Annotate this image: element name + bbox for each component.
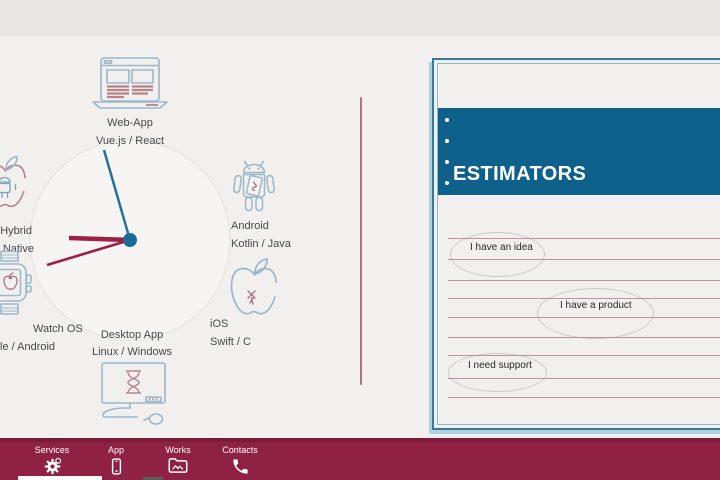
active-tab-indicator <box>18 476 102 480</box>
option-support-label: I need support <box>468 360 532 371</box>
folder-icon <box>168 457 188 479</box>
clock-hour-hand <box>68 235 131 243</box>
nav-contacts-label: Contacts <box>222 445 258 455</box>
platform-android-subtitle: Kotlin / Java <box>231 238 291 250</box>
bullet-icon <box>445 139 449 143</box>
estimators-title: ESTIMATORS <box>453 163 587 185</box>
smartwatch-icon <box>0 250 32 315</box>
apple-hybrid-icon <box>0 155 34 208</box>
nav-item-contacts[interactable]: Contacts <box>212 445 268 480</box>
nav-item-app[interactable]: App <box>88 445 144 480</box>
ruled-line <box>448 397 720 398</box>
platform-ios-title: iOS <box>210 318 229 330</box>
platform-android-title: Android <box>231 220 269 232</box>
platform-desktop-subtitle: Linux / Windows <box>91 346 173 358</box>
option-idea[interactable] <box>450 232 545 277</box>
platform-android[interactable] <box>226 160 282 225</box>
estimators-header-band: ESTIMATORS <box>438 108 720 195</box>
platform-watch-title: Watch OS <box>33 323 83 335</box>
bullet-icon <box>445 118 449 122</box>
android-robot-icon <box>232 160 276 212</box>
smartphone-icon <box>108 457 125 480</box>
bottom-nav-bar: Services App Works Contacts <box>0 438 720 480</box>
option-product[interactable] <box>537 288 654 339</box>
desktop-monitor-icon <box>101 362 166 425</box>
bullet-icon <box>445 160 449 164</box>
clock-face <box>29 139 231 341</box>
platform-web-subtitle: Vue.js / React <box>95 135 165 147</box>
platform-watch-subtitle: le / Android <box>0 341 56 353</box>
estimators-panel-inner: ESTIMATORS I have an idea I have a produ… <box>437 63 720 425</box>
platform-ios[interactable] <box>222 254 287 327</box>
platform-hybrid[interactable] <box>0 152 34 221</box>
platform-web-title: Web-App <box>107 117 153 129</box>
nav-works-label: Works <box>165 445 191 455</box>
top-band <box>0 0 720 36</box>
estimators-panel: ESTIMATORS I have an idea I have a produ… <box>432 58 720 430</box>
nav-item-works[interactable]: Works <box>150 445 206 479</box>
clock-center-dot <box>123 233 137 247</box>
laptop-icon <box>92 57 168 109</box>
bullet-icon <box>445 181 449 185</box>
platform-watch[interactable] <box>0 250 36 331</box>
platform-desktop-title: Desktop App <box>100 329 164 341</box>
nav-services-label: Services <box>34 445 70 455</box>
platform-hybrid-title: Hybrid <box>0 225 32 237</box>
option-support[interactable] <box>448 353 547 392</box>
platform-web[interactable] <box>90 57 170 116</box>
section-divider <box>360 97 362 385</box>
nav-item-services[interactable]: Services <box>24 445 80 480</box>
platform-desktop[interactable] <box>94 362 172 433</box>
nav-app-label: App <box>107 445 124 455</box>
phone-icon <box>231 457 250 480</box>
slide: Web-App Vue.js / React Android Kotlin / … <box>0 0 720 480</box>
platform-ios-subtitle: Swift / C <box>210 336 251 348</box>
option-idea-label: I have an idea <box>470 242 533 253</box>
ruled-line <box>448 280 720 281</box>
apple-icon <box>230 258 287 315</box>
option-product-label: I have a product <box>560 300 632 311</box>
